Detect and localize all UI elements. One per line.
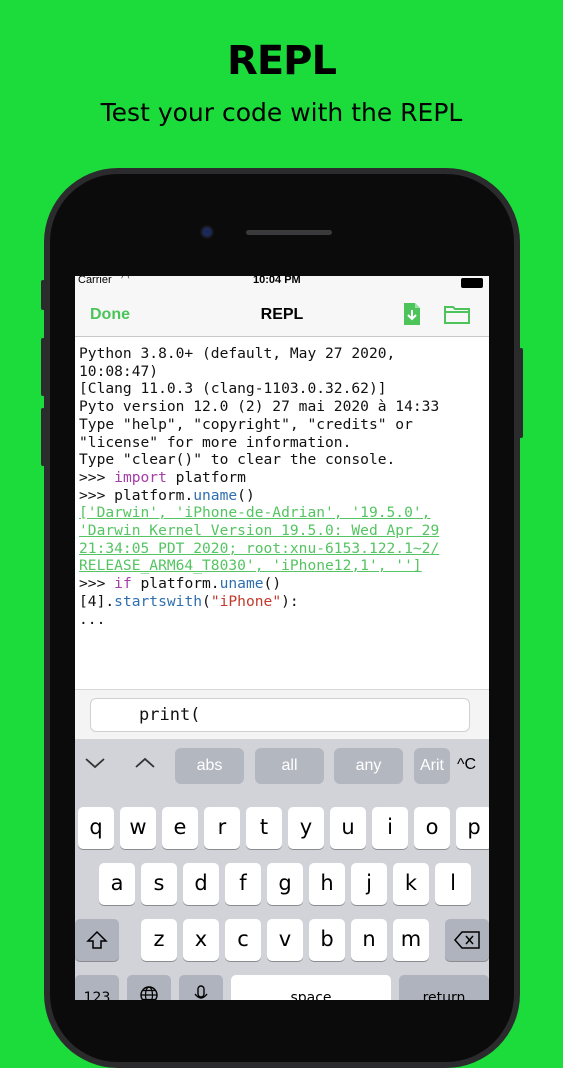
backspace-key[interactable] [445,919,489,961]
key-z[interactable]: z [141,919,177,961]
backspace-icon [454,931,480,949]
function-uname: uname [193,486,238,504]
key-p[interactable]: p [456,807,489,849]
console-text: () [237,486,255,504]
return-key[interactable]: return [399,975,489,1000]
space-key-label: space [290,990,332,1000]
suggestion-all-button[interactable]: all [255,748,324,784]
key-f[interactable]: f [225,863,261,905]
microphone-icon [194,985,208,1000]
key-v[interactable]: v [267,919,303,961]
promo-subtitle: Test your code with the REPL [100,98,463,127]
console-text: [4]. [79,592,115,610]
key-r[interactable]: r [204,807,240,849]
page-title: REPL [260,306,304,323]
volume-up-button [41,338,45,396]
console-text: platform. [114,486,194,504]
key-o[interactable]: o [414,807,450,849]
code-input[interactable]: print( [90,698,470,732]
key-t[interactable]: t [246,807,282,849]
console-line: [Clang 11.0.3 (clang-1103.0.32.62)] [79,380,387,398]
keyboard: abs all any Arit ^C qwertyuiop asdfghjkl… [75,739,489,1000]
wifi-icon: ◠ [121,276,130,284]
key-d[interactable]: d [183,863,219,905]
volume-down-button [41,408,45,466]
input-bar: print( [75,689,489,740]
interrupt-button[interactable]: ^C [457,756,476,774]
download-file-icon[interactable] [403,302,421,331]
earpiece-speaker [246,230,332,235]
suggestion-any-button[interactable]: any [334,748,403,784]
shift-key[interactable] [75,919,119,961]
console-line: Python 3.8.0+ (default, May 27 2020, [79,345,396,362]
status-time: 10:04 PM [253,276,301,286]
key-l[interactable]: l [435,863,471,905]
console-prompt: >>> [79,468,115,486]
console-line: Pyto version 12.0 (2) 27 mai 2020 à 14:3… [79,398,440,416]
key-b[interactable]: b [309,919,345,961]
console-text: ): [281,592,299,610]
console-text: platform. [131,575,220,593]
key-w[interactable]: w [120,807,156,849]
key-h[interactable]: h [309,863,345,905]
console-output[interactable]: Python 3.8.0+ (default, May 27 2020, 10:… [75,337,489,689]
promo-title: REPL [227,38,337,84]
key-k[interactable]: k [393,863,429,905]
function-startswith: startswith [114,592,203,610]
continuation-prompt: ... [79,610,106,628]
shift-icon [86,930,108,949]
key-i[interactable]: i [372,807,408,849]
key-c[interactable]: c [225,919,261,961]
keyword-if: if [114,575,132,593]
console-text: platform [166,468,246,486]
key-q[interactable]: q [78,807,114,849]
return-key-label: return [422,990,466,1000]
space-key[interactable]: space [231,975,391,1000]
key-s[interactable]: s [141,863,177,905]
globe-key[interactable] [127,975,171,1000]
key-x[interactable]: x [183,919,219,961]
key-n[interactable]: n [351,919,387,961]
string-literal: "iPhone" [210,592,282,610]
navigation-bar: Done REPL [75,288,489,337]
suggestion-abs-button[interactable]: abs [175,748,244,784]
function-uname: uname [219,575,264,593]
chevron-up-icon[interactable] [133,751,157,780]
battery-icon [461,278,483,288]
keyboard-accessory-bar: abs all any Arit ^C [75,739,489,795]
numbers-key[interactable]: 123 [75,975,119,1000]
output-line: RELEASE_ARM64_T8030', 'iPhone12,1', ''] [79,557,422,575]
globe-icon [140,986,158,1000]
console-line: 10:08:47) [79,362,159,380]
key-j[interactable]: j [351,863,387,905]
dictation-key[interactable] [179,975,223,1000]
keyword-import: import [114,468,167,486]
console-prompt: >>> [79,575,115,593]
key-a[interactable]: a [99,863,135,905]
status-bar: Carrier ◠ 10:04 PM [75,276,489,288]
chevron-down-icon[interactable] [83,751,107,780]
key-y[interactable]: y [288,807,324,849]
output-line: ['Darwin', 'iPhone-de-Adrian', '19.5.0', [79,504,431,522]
power-button [519,348,523,438]
console-line: "license" for more information. [79,433,352,451]
suggestion-arit-button[interactable]: Arit [414,748,450,784]
carrier-label: Carrier [78,276,112,286]
key-u[interactable]: u [330,807,366,849]
output-line: 'Darwin Kernel Version 19.5.0: Wed Apr 2… [79,522,440,540]
app-screen: Carrier ◠ 10:04 PM Done REPL Python 3.8.… [75,276,489,1000]
console-text: ( [202,592,211,610]
console-text: () [263,575,282,593]
folder-icon[interactable] [444,304,470,329]
console-line: Type "help", "copyright", "credits" or [79,415,413,433]
console-line: Type "clear()" to clear the console. [79,451,396,469]
console-prompt: >>> [79,486,115,504]
front-camera [202,227,212,237]
output-line: 21:34:05 PDT 2020; root:xnu-6153.122.1~2… [79,539,440,557]
numbers-key-label: 123 [83,990,111,1000]
key-g[interactable]: g [267,863,303,905]
key-m[interactable]: m [393,919,429,961]
mute-switch [41,280,45,310]
key-e[interactable]: e [162,807,198,849]
